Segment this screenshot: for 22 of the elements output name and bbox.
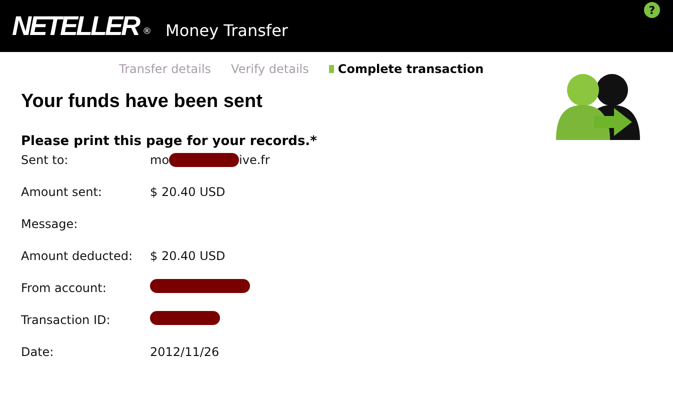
field-label: Message: <box>21 216 79 233</box>
field-value: $ 20.40 USD <box>150 184 226 201</box>
field-label: Transaction ID: <box>21 312 112 329</box>
step-tab[interactable]: Complete transaction <box>328 60 484 78</box>
logo: NETELLER <box>12 13 139 40</box>
page-heading: Your funds have been sent <box>21 90 264 114</box>
field-label: From account: <box>21 280 108 297</box>
help-button[interactable]: ? <box>644 2 660 18</box>
field-label: Sent to: <box>21 152 70 169</box>
app-title: Money Transfer <box>166 23 288 39</box>
redaction-mark <box>150 311 220 325</box>
redaction-mark <box>169 153 240 167</box>
print-notice: Please print this page for your records.* <box>21 132 318 150</box>
field-value: mo <box>150 152 170 169</box>
registered-mark: ® <box>142 26 152 38</box>
step-marker-icon <box>328 65 334 73</box>
field-value: ive.fr <box>239 152 270 169</box>
field-label: Date: <box>21 344 55 361</box>
field-value: $ 20.40 USD <box>150 248 226 265</box>
field-label: Amount deducted: <box>21 248 134 265</box>
field-value: 2012/11/26 <box>150 344 220 361</box>
field-label: Amount sent: <box>21 184 103 201</box>
